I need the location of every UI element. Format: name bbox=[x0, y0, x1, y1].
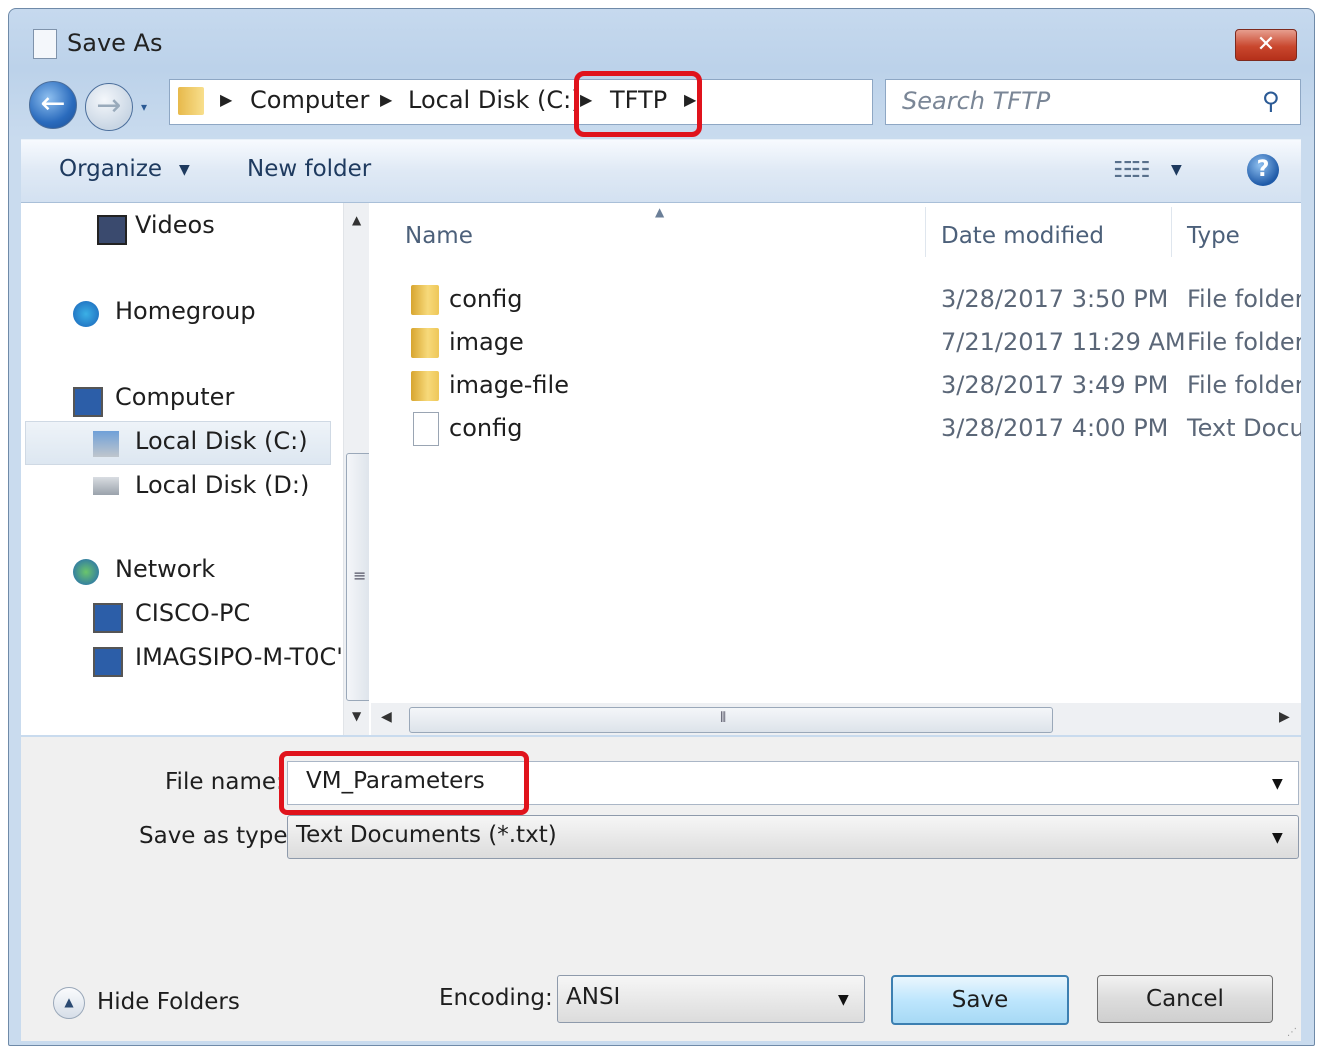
sidebar-item-homegroup[interactable]: Homegroup bbox=[115, 297, 256, 325]
file-name: config bbox=[449, 414, 523, 442]
file-date: 3/28/2017 3:49 PM bbox=[941, 371, 1169, 399]
scrollbar-thumb[interactable]: ⦀ bbox=[409, 707, 1053, 733]
video-icon bbox=[97, 215, 127, 245]
title-bar: Save As ✕ bbox=[9, 9, 1314, 73]
file-type: Text Docur bbox=[1187, 414, 1301, 442]
sidebar-item-videos[interactable]: Videos bbox=[135, 211, 215, 239]
save-as-dialog: Save As ✕ ← → ▾ ▶ Computer ▶ Local Disk … bbox=[8, 8, 1315, 1046]
save-as-type-select[interactable]: Text Documents (*.txt) ▼ bbox=[287, 815, 1299, 859]
highlight-box bbox=[279, 751, 529, 815]
file-row[interactable]: config 3/28/2017 4:00 PM Text Docur bbox=[369, 408, 1301, 450]
help-icon[interactable]: ? bbox=[1247, 154, 1279, 186]
file-name: image-file bbox=[449, 371, 569, 399]
file-name: image bbox=[449, 328, 524, 356]
breadcrumb-computer[interactable]: Computer bbox=[250, 86, 369, 114]
drive-icon bbox=[93, 431, 119, 457]
organize-button[interactable]: Organize bbox=[59, 156, 162, 182]
file-date: 3/28/2017 3:50 PM bbox=[941, 285, 1169, 313]
forward-button[interactable]: → bbox=[85, 83, 133, 131]
save-button[interactable]: Save bbox=[891, 975, 1069, 1025]
sidebar-item-network[interactable]: Network bbox=[115, 555, 215, 583]
chevron-down-icon[interactable]: ▼ bbox=[1272, 776, 1283, 792]
navigation-pane: Videos Homegroup Computer Local Disk (C:… bbox=[21, 203, 374, 735]
highlight-box bbox=[574, 71, 702, 137]
window-title: Save As bbox=[67, 29, 163, 57]
file-date: 3/28/2017 4:00 PM bbox=[941, 414, 1169, 442]
chevron-up-icon[interactable]: ▲ bbox=[53, 987, 85, 1019]
sidebar-item-local-disk-c[interactable]: Local Disk (C:) bbox=[135, 427, 308, 455]
file-list: ▲ Name Date modified Type config 3/28/20… bbox=[369, 203, 1301, 735]
encoding-label: Encoding: bbox=[439, 985, 553, 1011]
search-icon[interactable]: ⚲ bbox=[1262, 87, 1280, 115]
cancel-button[interactable]: Cancel bbox=[1097, 975, 1273, 1023]
chevron-down-icon[interactable]: ▼ bbox=[1272, 830, 1283, 846]
scroll-up-icon[interactable]: ▲ bbox=[352, 213, 361, 227]
column-divider[interactable] bbox=[925, 207, 926, 257]
search-box[interactable]: Search TFTP ⚲ bbox=[885, 79, 1301, 125]
homegroup-icon bbox=[73, 301, 99, 327]
notepad-icon bbox=[33, 29, 57, 59]
breadcrumb-chevron-icon[interactable]: ▶ bbox=[380, 90, 392, 109]
file-row[interactable]: config 3/28/2017 3:50 PM File folder bbox=[369, 279, 1301, 321]
column-header-date[interactable]: Date modified bbox=[941, 223, 1104, 249]
horizontal-scrollbar[interactable]: ◀ ⦀ ▶ bbox=[371, 703, 1301, 735]
sidebar-item-computer[interactable]: Computer bbox=[115, 383, 234, 411]
file-type: File folder bbox=[1187, 371, 1301, 399]
search-input[interactable]: Search TFTP bbox=[902, 87, 1050, 115]
column-header-name[interactable]: Name bbox=[405, 223, 473, 249]
text-document-icon bbox=[413, 412, 439, 446]
sidebar-item-cisco-pc[interactable]: CISCO-PC bbox=[135, 599, 250, 627]
scroll-down-icon[interactable]: ▼ bbox=[352, 709, 361, 723]
column-divider[interactable] bbox=[1171, 207, 1172, 257]
chevron-down-icon[interactable]: ▼ bbox=[838, 992, 849, 1008]
scroll-right-icon[interactable]: ▶ bbox=[1279, 709, 1290, 725]
save-as-type-value: Text Documents (*.txt) bbox=[296, 822, 557, 848]
folder-icon bbox=[178, 87, 204, 115]
encoding-value: ANSI bbox=[566, 984, 621, 1010]
breadcrumb-chevron-icon[interactable]: ▶ bbox=[220, 90, 232, 109]
sidebar-item-imagsipo[interactable]: IMAGSIPO-M-T0C' bbox=[135, 643, 341, 671]
chevron-down-icon[interactable]: ▼ bbox=[1171, 162, 1182, 178]
chevron-down-icon[interactable]: ▼ bbox=[179, 162, 190, 178]
file-type: File folder bbox=[1187, 285, 1301, 313]
change-view-icon[interactable]: ☷☷ bbox=[1113, 158, 1150, 183]
sidebar-item-local-disk-d[interactable]: Local Disk (D:) bbox=[135, 471, 309, 499]
grip-icon: ≡ bbox=[353, 566, 367, 585]
file-type: File folder bbox=[1187, 328, 1301, 356]
file-date: 7/21/2017 11:29 AM bbox=[941, 328, 1186, 356]
scroll-left-icon[interactable]: ◀ bbox=[381, 709, 392, 725]
computer-icon bbox=[73, 387, 103, 417]
folder-icon bbox=[411, 285, 439, 315]
network-icon bbox=[73, 559, 99, 585]
address-bar[interactable]: ▶ Computer ▶ Local Disk (C:) ▶ TFTP ▶ ▼ … bbox=[169, 79, 1016, 125]
hide-folders-button[interactable]: Hide Folders bbox=[97, 989, 240, 1015]
save-options-panel: File name: VM_Parameters ▼ Save as type:… bbox=[21, 737, 1301, 1041]
resize-grip-icon[interactable]: ⋰ bbox=[1287, 1027, 1297, 1038]
computer-icon bbox=[93, 647, 123, 677]
encoding-select[interactable]: ANSI ▼ bbox=[557, 975, 865, 1023]
close-button[interactable]: ✕ bbox=[1235, 29, 1297, 61]
folder-icon bbox=[411, 371, 439, 401]
column-header-type[interactable]: Type bbox=[1187, 223, 1240, 249]
back-button[interactable]: ← bbox=[29, 81, 77, 129]
breadcrumb-local-disk[interactable]: Local Disk (C:) bbox=[408, 86, 581, 114]
sort-ascending-icon: ▲ bbox=[655, 205, 665, 219]
file-row[interactable]: image 7/21/2017 11:29 AM File folder bbox=[369, 322, 1301, 364]
file-name-label: File name: bbox=[165, 769, 284, 795]
grip-icon: ⦀ bbox=[720, 710, 727, 726]
folder-icon bbox=[411, 328, 439, 358]
save-as-type-label: Save as type: bbox=[139, 823, 296, 849]
recent-locations-dropdown[interactable]: ▾ bbox=[141, 101, 157, 113]
drive-icon bbox=[93, 477, 119, 495]
file-row[interactable]: image-file 3/28/2017 3:49 PM File folder bbox=[369, 365, 1301, 407]
new-folder-button[interactable]: New folder bbox=[247, 156, 371, 182]
file-name: config bbox=[449, 285, 523, 313]
computer-icon bbox=[93, 603, 123, 633]
command-bar: Organize ▼ New folder ☷☷ ▼ ? bbox=[21, 139, 1301, 203]
